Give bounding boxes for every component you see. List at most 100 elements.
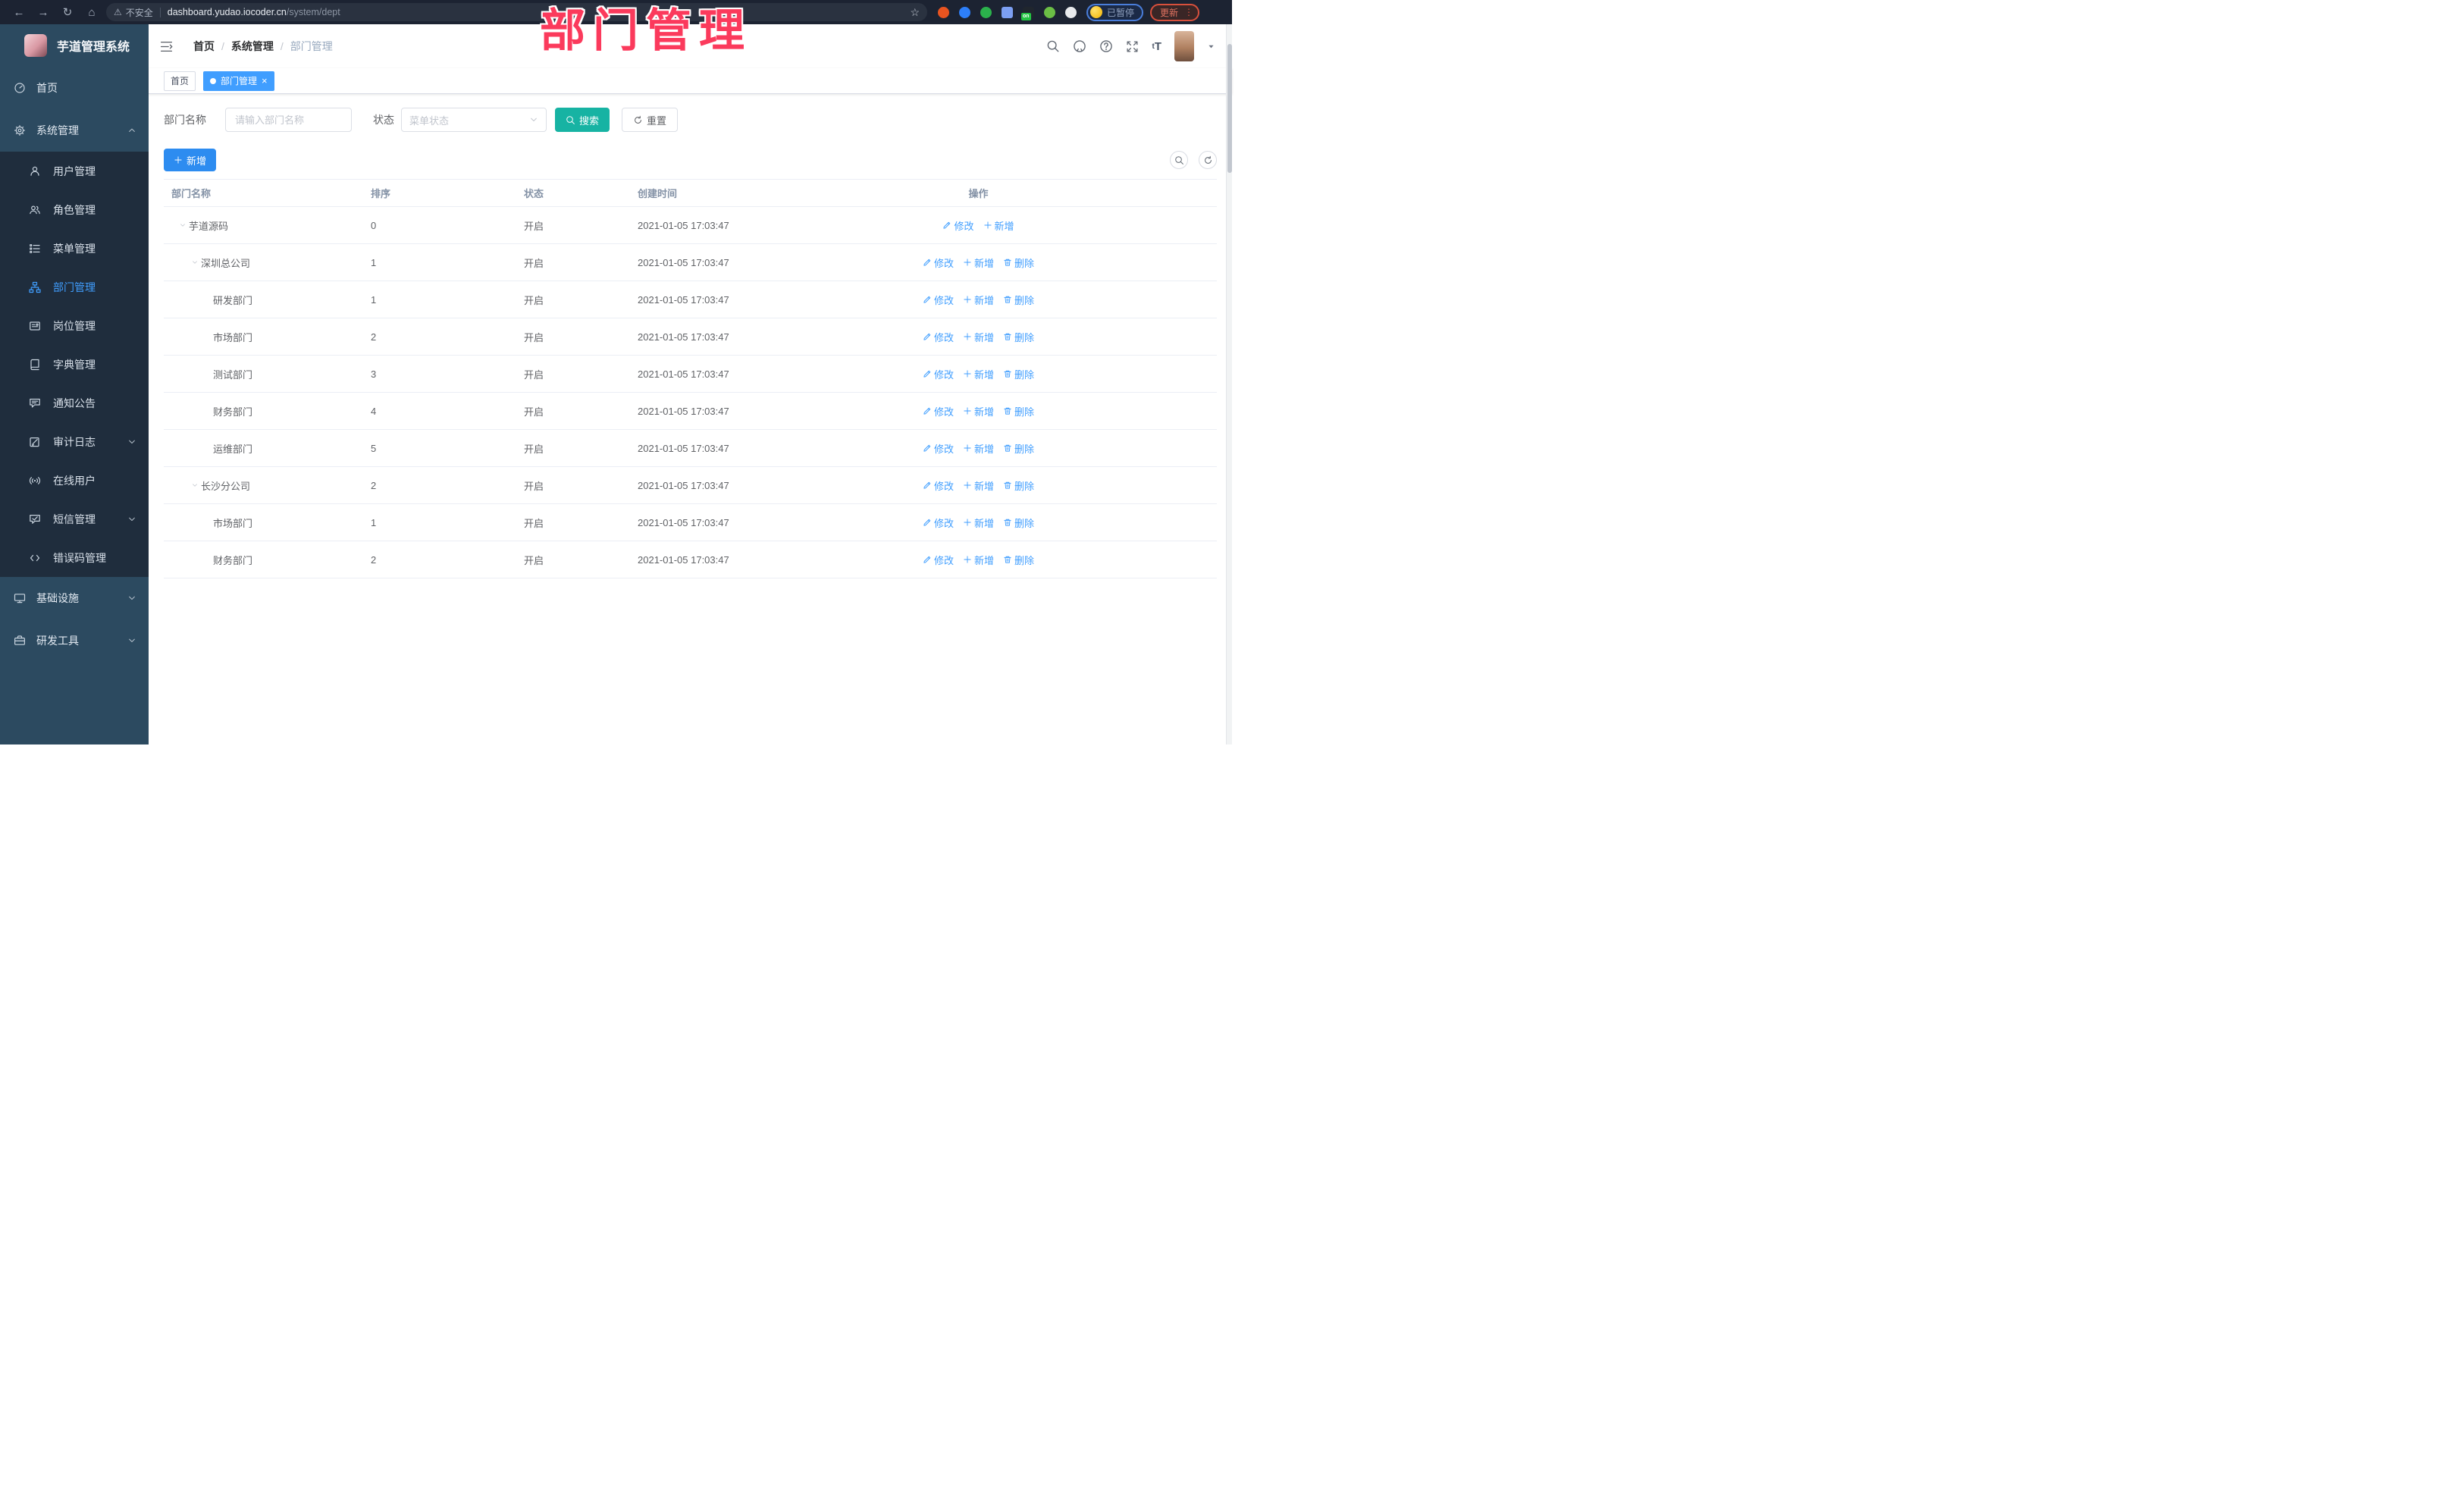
add-action-link[interactable]: 新增 (963, 404, 994, 418)
status-select[interactable]: 菜单状态 (401, 108, 547, 132)
breadcrumb-item[interactable]: 系统管理 (231, 39, 274, 54)
sidebar-item-system[interactable]: 系统管理 (0, 109, 149, 152)
edit-action-link[interactable]: 修改 (923, 404, 954, 418)
hamburger-icon[interactable] (160, 40, 173, 53)
add-action-link[interactable]: 新增 (963, 330, 994, 344)
sidebar-item-dict[interactable]: 字典管理 (0, 345, 149, 384)
edit-action-link[interactable]: 修改 (923, 293, 954, 307)
green-check-extension[interactable] (980, 6, 992, 18)
delete-icon (1003, 406, 1012, 415)
sidebar-item-tool[interactable]: 研发工具 (0, 619, 149, 662)
breadcrumb-item[interactable]: 首页 (193, 39, 215, 54)
dept-name-input[interactable] (225, 108, 352, 132)
sidebar-item-infra[interactable]: 基础设施 (0, 577, 149, 619)
delete-action-link[interactable]: 删除 (1003, 441, 1034, 456)
back-icon[interactable]: ← (12, 6, 26, 19)
blue-drop-extension[interactable] (959, 6, 970, 18)
home-icon[interactable]: ⌂ (85, 6, 99, 19)
sidebar-item-sms[interactable]: 短信管理 (0, 500, 149, 538)
delete-action-link[interactable]: 删除 (1003, 404, 1034, 418)
add-icon (963, 406, 972, 415)
sort-cell: 2 (363, 466, 516, 504)
bookmark-star-icon[interactable]: ☆ (910, 6, 920, 19)
add-action-link[interactable]: 新增 (963, 255, 994, 270)
edit-action-link[interactable]: 修改 (923, 367, 954, 381)
sidebar-item-dept[interactable]: 部门管理 (0, 268, 149, 306)
ubuntu-extension[interactable] (938, 6, 949, 18)
edit-action-link[interactable]: 修改 (923, 478, 954, 493)
search-button[interactable]: 搜索 (555, 108, 610, 132)
delete-action-link[interactable]: 删除 (1003, 516, 1034, 530)
tab-label: 部门管理 (221, 76, 258, 86)
sidebar-item-errcode[interactable]: 错误码管理 (0, 538, 149, 577)
github-icon[interactable] (1073, 39, 1086, 53)
edit-action-link[interactable]: 修改 (923, 255, 954, 270)
add-action-link[interactable]: 新增 (963, 553, 994, 567)
puzzle-extension[interactable] (1065, 6, 1077, 18)
user-avatar[interactable] (1174, 31, 1194, 61)
expand-arrow-icon[interactable] (191, 259, 201, 266)
add-action-link[interactable]: 新增 (963, 293, 994, 307)
scrollbar-track[interactable] (1226, 24, 1232, 744)
edit-icon (923, 444, 932, 453)
add-action-link[interactable]: 新增 (963, 516, 994, 530)
created-cell: 2021-01-05 17:03:47 (630, 392, 740, 430)
reset-button[interactable]: 重置 (622, 108, 679, 132)
sidebar-item-online[interactable]: 在线用户 (0, 461, 149, 500)
browser-profile[interactable]: 已暂停 (1086, 3, 1144, 21)
sidebar-item-audit[interactable]: 审计日志 (0, 422, 149, 461)
add-action-link[interactable]: 新增 (963, 478, 994, 493)
edit-action-link[interactable]: 修改 (923, 553, 954, 567)
fullscreen-icon[interactable] (1126, 40, 1139, 53)
browser-chrome: ← → ↻ ⌂ ⚠ 不安全 dashboard.yudao.iocoder.cn… (0, 0, 1232, 24)
delete-action-link[interactable]: 删除 (1003, 478, 1034, 493)
search-icon[interactable] (1046, 39, 1060, 53)
sidebar-item-label: 审计日志 (53, 435, 96, 448)
sidebar-item-menu[interactable]: 菜单管理 (0, 229, 149, 268)
sidebar-item-role[interactable]: 角色管理 (0, 190, 149, 229)
expand-arrow-icon[interactable] (191, 481, 201, 489)
scrollbar-thumb[interactable] (1227, 44, 1232, 173)
browser-update-button[interactable]: 更新 ⋮ (1150, 3, 1200, 21)
url-bar[interactable]: ⚠ 不安全 dashboard.yudao.iocoder.cn /system… (106, 3, 927, 21)
forward-icon[interactable]: → (36, 6, 50, 19)
edit-action-link[interactable]: 修改 (923, 330, 954, 344)
add-action-link[interactable]: 新增 (963, 367, 994, 381)
font-size-icon[interactable]: tT (1152, 40, 1161, 53)
kebab-menu-icon[interactable]: ⋮ (1184, 7, 1193, 17)
sidebar-item-home[interactable]: 首页 (0, 67, 149, 109)
delete-action-link[interactable]: 删除 (1003, 293, 1034, 307)
sidebar-item-notice[interactable]: 通知公告 (0, 384, 149, 422)
expand-arrow-icon[interactable] (179, 221, 189, 229)
edit-action-link[interactable]: 修改 (923, 441, 954, 456)
add-button[interactable]: 新增 (164, 149, 217, 171)
chevron-down-icon (127, 594, 136, 603)
edit-action-link[interactable]: 修改 (942, 218, 974, 233)
breadcrumb: 首页 / 系统管理 / 部门管理 (193, 39, 333, 54)
edit-action-link[interactable]: 修改 (923, 516, 954, 530)
sidebar-item-user[interactable]: 用户管理 (0, 152, 149, 190)
delete-action-link[interactable]: 删除 (1003, 255, 1034, 270)
reload-icon[interactable]: ↻ (61, 5, 74, 19)
url-path: /system/dept (286, 7, 340, 17)
help-icon[interactable] (1099, 39, 1113, 53)
add-action-link[interactable]: 新增 (983, 218, 1014, 233)
proxy-extension[interactable]: on (1021, 6, 1034, 20)
tab-部门管理[interactable]: 部门管理 × (203, 71, 274, 91)
status-select-placeholder: 菜单状态 (409, 114, 450, 127)
green-tool-extension[interactable] (1044, 6, 1055, 18)
refresh-table-button[interactable] (1199, 151, 1217, 169)
chevron-down-icon[interactable] (1207, 42, 1215, 51)
close-icon[interactable]: × (262, 76, 268, 86)
delete-action-link[interactable]: 删除 (1003, 367, 1034, 381)
grid-extension[interactable] (1002, 6, 1013, 18)
add-icon (963, 481, 972, 490)
errcode-icon (29, 552, 41, 564)
delete-action-link[interactable]: 删除 (1003, 553, 1034, 567)
toggle-search-button[interactable] (1170, 151, 1188, 169)
delete-action-link[interactable]: 删除 (1003, 330, 1034, 344)
sidebar-item-post[interactable]: 岗位管理 (0, 306, 149, 345)
delete-icon (1003, 444, 1012, 453)
tab-首页[interactable]: 首页 (164, 71, 196, 91)
add-action-link[interactable]: 新增 (963, 441, 994, 456)
